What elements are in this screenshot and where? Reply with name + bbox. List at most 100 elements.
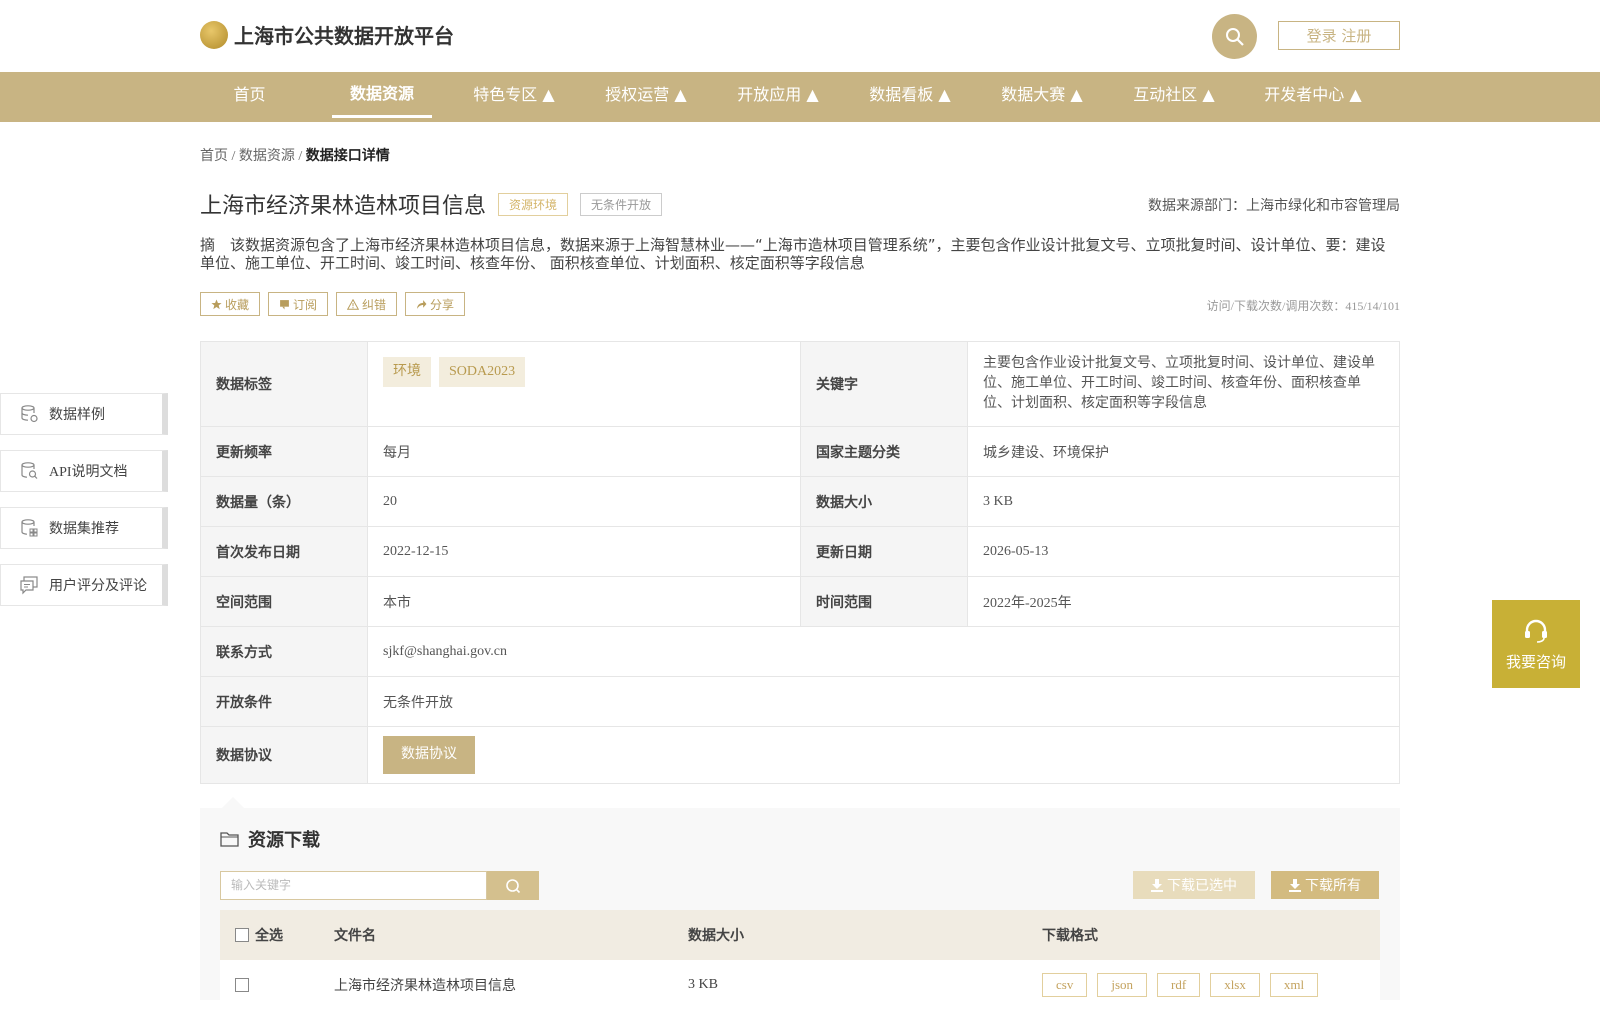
nav-item-contest[interactable]: 数据大赛 ▲ xyxy=(988,72,1096,122)
info-row: 数据协议 数据协议 xyxy=(200,726,1400,784)
search-icon xyxy=(506,878,521,893)
side-nav-sample[interactable]: 数据样例 xyxy=(0,393,168,435)
nav-item-data-resources[interactable]: 数据资源 xyxy=(332,72,432,118)
side-nav-label: 用户评分及评论 xyxy=(49,579,147,594)
download-search-input[interactable]: 输入关键字 xyxy=(220,871,487,900)
side-nav-recommend[interactable]: 数据集推荐 xyxy=(0,507,168,549)
tags-label: 数据标签 xyxy=(200,341,368,427)
side-nav-api-docs[interactable]: API说明文档 xyxy=(0,450,168,492)
first-publish-value: 2022-12-15 xyxy=(367,526,801,577)
download-all-button[interactable]: 下载所有 xyxy=(1271,871,1379,899)
format-csv-button[interactable]: csv xyxy=(1042,973,1088,997)
site-logo[interactable]: 上海市公共数据开放平台 xyxy=(200,20,454,49)
filename-header: 文件名 xyxy=(334,929,376,944)
search-icon xyxy=(1225,27,1244,46)
keywords-label: 关键字 xyxy=(800,341,968,427)
side-nav-label: API说明文档 xyxy=(49,465,128,480)
open-condition-value: 无条件开放 xyxy=(367,676,1400,727)
breadcrumb-sep: / xyxy=(298,149,303,164)
report-error-label: 纠错 xyxy=(362,297,387,312)
first-publish-label: 首次发布日期 xyxy=(200,526,368,577)
row-select-cell xyxy=(235,960,255,1010)
theme-value: 城乡建设、环境保护 xyxy=(967,426,1400,477)
action-bar: 收藏 订阅 纠错 分享 xyxy=(200,292,466,316)
nav-item-dashboard[interactable]: 数据看板 ▲ xyxy=(856,72,964,122)
resource-download-section: 资源下载 输入关键字 下载已选中 下载所有 全选 文件名 数据大小 下载格式 上… xyxy=(200,808,1400,1010)
time-range-label: 时间范围 xyxy=(800,576,968,627)
keywords-value: 主要包含作业设计批复文号、立项批复时间、设计单位、建设单位、施工单位、开工时间、… xyxy=(967,341,1400,427)
select-all-cell[interactable]: 全选 xyxy=(235,910,283,960)
dataset-info-table: 数据标签 环境 SODA2023 关键字 主要包含作业设计批复文号、立项批复时间、… xyxy=(200,341,1400,784)
select-all-checkbox[interactable] xyxy=(235,928,249,942)
side-nav-label: 数据样例 xyxy=(49,408,105,423)
data-tag[interactable]: SODA2023 xyxy=(439,357,526,387)
time-range-value: 2022年-2025年 xyxy=(967,576,1400,627)
info-row: 联系方式 sjkf@shanghai.gov.cn xyxy=(200,626,1400,677)
format-xml-button[interactable]: xml xyxy=(1269,973,1319,997)
nav-item-home[interactable]: 首页 xyxy=(212,72,287,122)
share-button[interactable]: 分享 xyxy=(405,292,466,316)
agreement-button[interactable]: 数据协议 xyxy=(383,736,475,774)
download-table-header: 全选 文件名 数据大小 下载格式 xyxy=(220,910,1380,960)
spatial-range-value: 本市 xyxy=(367,576,801,627)
download-search: 输入关键字 xyxy=(220,871,539,900)
database-search-icon xyxy=(21,462,38,479)
info-row: 更新频率 每月 国家主题分类 城乡建设、环境保护 xyxy=(200,426,1400,477)
row-filename: 上海市经济果林造林项目信息 xyxy=(334,979,516,994)
breadcrumb-home[interactable]: 首页 xyxy=(200,149,228,164)
nav-item-community[interactable]: 互动社区 ▲ xyxy=(1120,72,1228,122)
breadcrumb-sep: / xyxy=(231,149,236,164)
nav-item-authorized-ops[interactable]: 授权运营 ▲ xyxy=(592,72,700,122)
abstract-text: 摘 该数据资源包含了上海市经济果林造林项目信息，数据来源于上海智慧林业——“上海… xyxy=(200,236,1386,272)
breadcrumb: 首页 / 数据资源 / 数据接口详情 xyxy=(200,145,390,165)
contact-value[interactable]: sjkf@shanghai.gov.cn xyxy=(367,626,1400,677)
database-grid-icon xyxy=(21,519,38,537)
table-row: 上海市经济果林造林项目信息 3 KB csv json rdf xlsx xml xyxy=(220,960,1380,1010)
info-row: 开放条件 无条件开放 xyxy=(200,676,1400,727)
title-row: 上海市经济果林造林项目信息 资源环境 无条件开放 xyxy=(200,188,663,220)
side-nav-comments[interactable]: 用户评分及评论 xyxy=(0,564,168,606)
database-icon xyxy=(21,405,38,423)
data-tag[interactable]: 环境 xyxy=(383,357,431,387)
favorite-label: 收藏 xyxy=(225,297,250,312)
spatial-range-label: 空间范围 xyxy=(200,576,368,627)
format-xlsx-button[interactable]: xlsx xyxy=(1210,973,1260,997)
download-search-button[interactable] xyxy=(487,871,539,900)
frequency-value: 每月 xyxy=(367,426,801,477)
format-rdf-button[interactable]: rdf xyxy=(1157,973,1201,997)
agreement-cell: 数据协议 xyxy=(367,726,1400,784)
favorite-button[interactable]: 收藏 xyxy=(200,292,261,316)
frequency-label: 更新频率 xyxy=(200,426,368,477)
row-checkbox[interactable] xyxy=(235,978,249,992)
comment-icon xyxy=(20,576,38,595)
nav-item-developer[interactable]: 开发者中心 ▲ xyxy=(1252,72,1374,122)
warning-icon xyxy=(347,298,360,310)
login-register-button[interactable]: 登录 注册 xyxy=(1278,21,1400,50)
subscribe-button[interactable]: 订阅 xyxy=(268,292,329,316)
nav-item-features[interactable]: 特色专区 ▲ xyxy=(460,72,568,122)
main-nav: 首页 数据资源 特色专区 ▲ 授权运营 ▲ 开放应用 ▲ 数据看板 ▲ 数据大赛… xyxy=(0,72,1600,122)
breadcrumb-current: 数据接口详情 xyxy=(305,149,390,164)
download-all-label: 下载所有 xyxy=(1305,879,1361,894)
row-formats: csv json rdf xlsx xml xyxy=(1042,960,1328,1010)
star-icon xyxy=(211,299,222,309)
download-selected-button[interactable]: 下载已选中 xyxy=(1133,871,1255,899)
visit-stats: 访问/下载次数/调用次数：415/14/101 xyxy=(1206,299,1400,313)
breadcrumb-section[interactable]: 数据资源 xyxy=(239,149,295,164)
tags-cell: 环境 SODA2023 xyxy=(367,341,801,427)
size-header: 数据大小 xyxy=(688,929,744,944)
contact-label: 联系方式 xyxy=(200,626,368,677)
category-tag[interactable]: 资源环境 xyxy=(498,192,569,216)
nav-item-apps[interactable]: 开放应用 ▲ xyxy=(724,72,832,122)
consult-button[interactable]: 我要咨询 xyxy=(1492,600,1580,688)
search-button[interactable] xyxy=(1212,14,1257,59)
site-title: 上海市公共数据开放平台 xyxy=(234,24,454,48)
record-count-label: 数据量（条） xyxy=(200,476,368,527)
side-nav-label: 数据集推荐 xyxy=(49,522,119,537)
format-json-button[interactable]: json xyxy=(1097,973,1148,997)
info-row: 数据标签 环境 SODA2023 关键字 主要包含作业设计批复文号、立项批复时间、… xyxy=(200,341,1400,427)
info-row: 数据量（条） 20 数据大小 3 KB xyxy=(200,476,1400,527)
download-title: 资源下载 xyxy=(220,826,320,852)
report-error-button[interactable]: 纠错 xyxy=(336,292,398,316)
bookmark-icon xyxy=(280,299,289,309)
